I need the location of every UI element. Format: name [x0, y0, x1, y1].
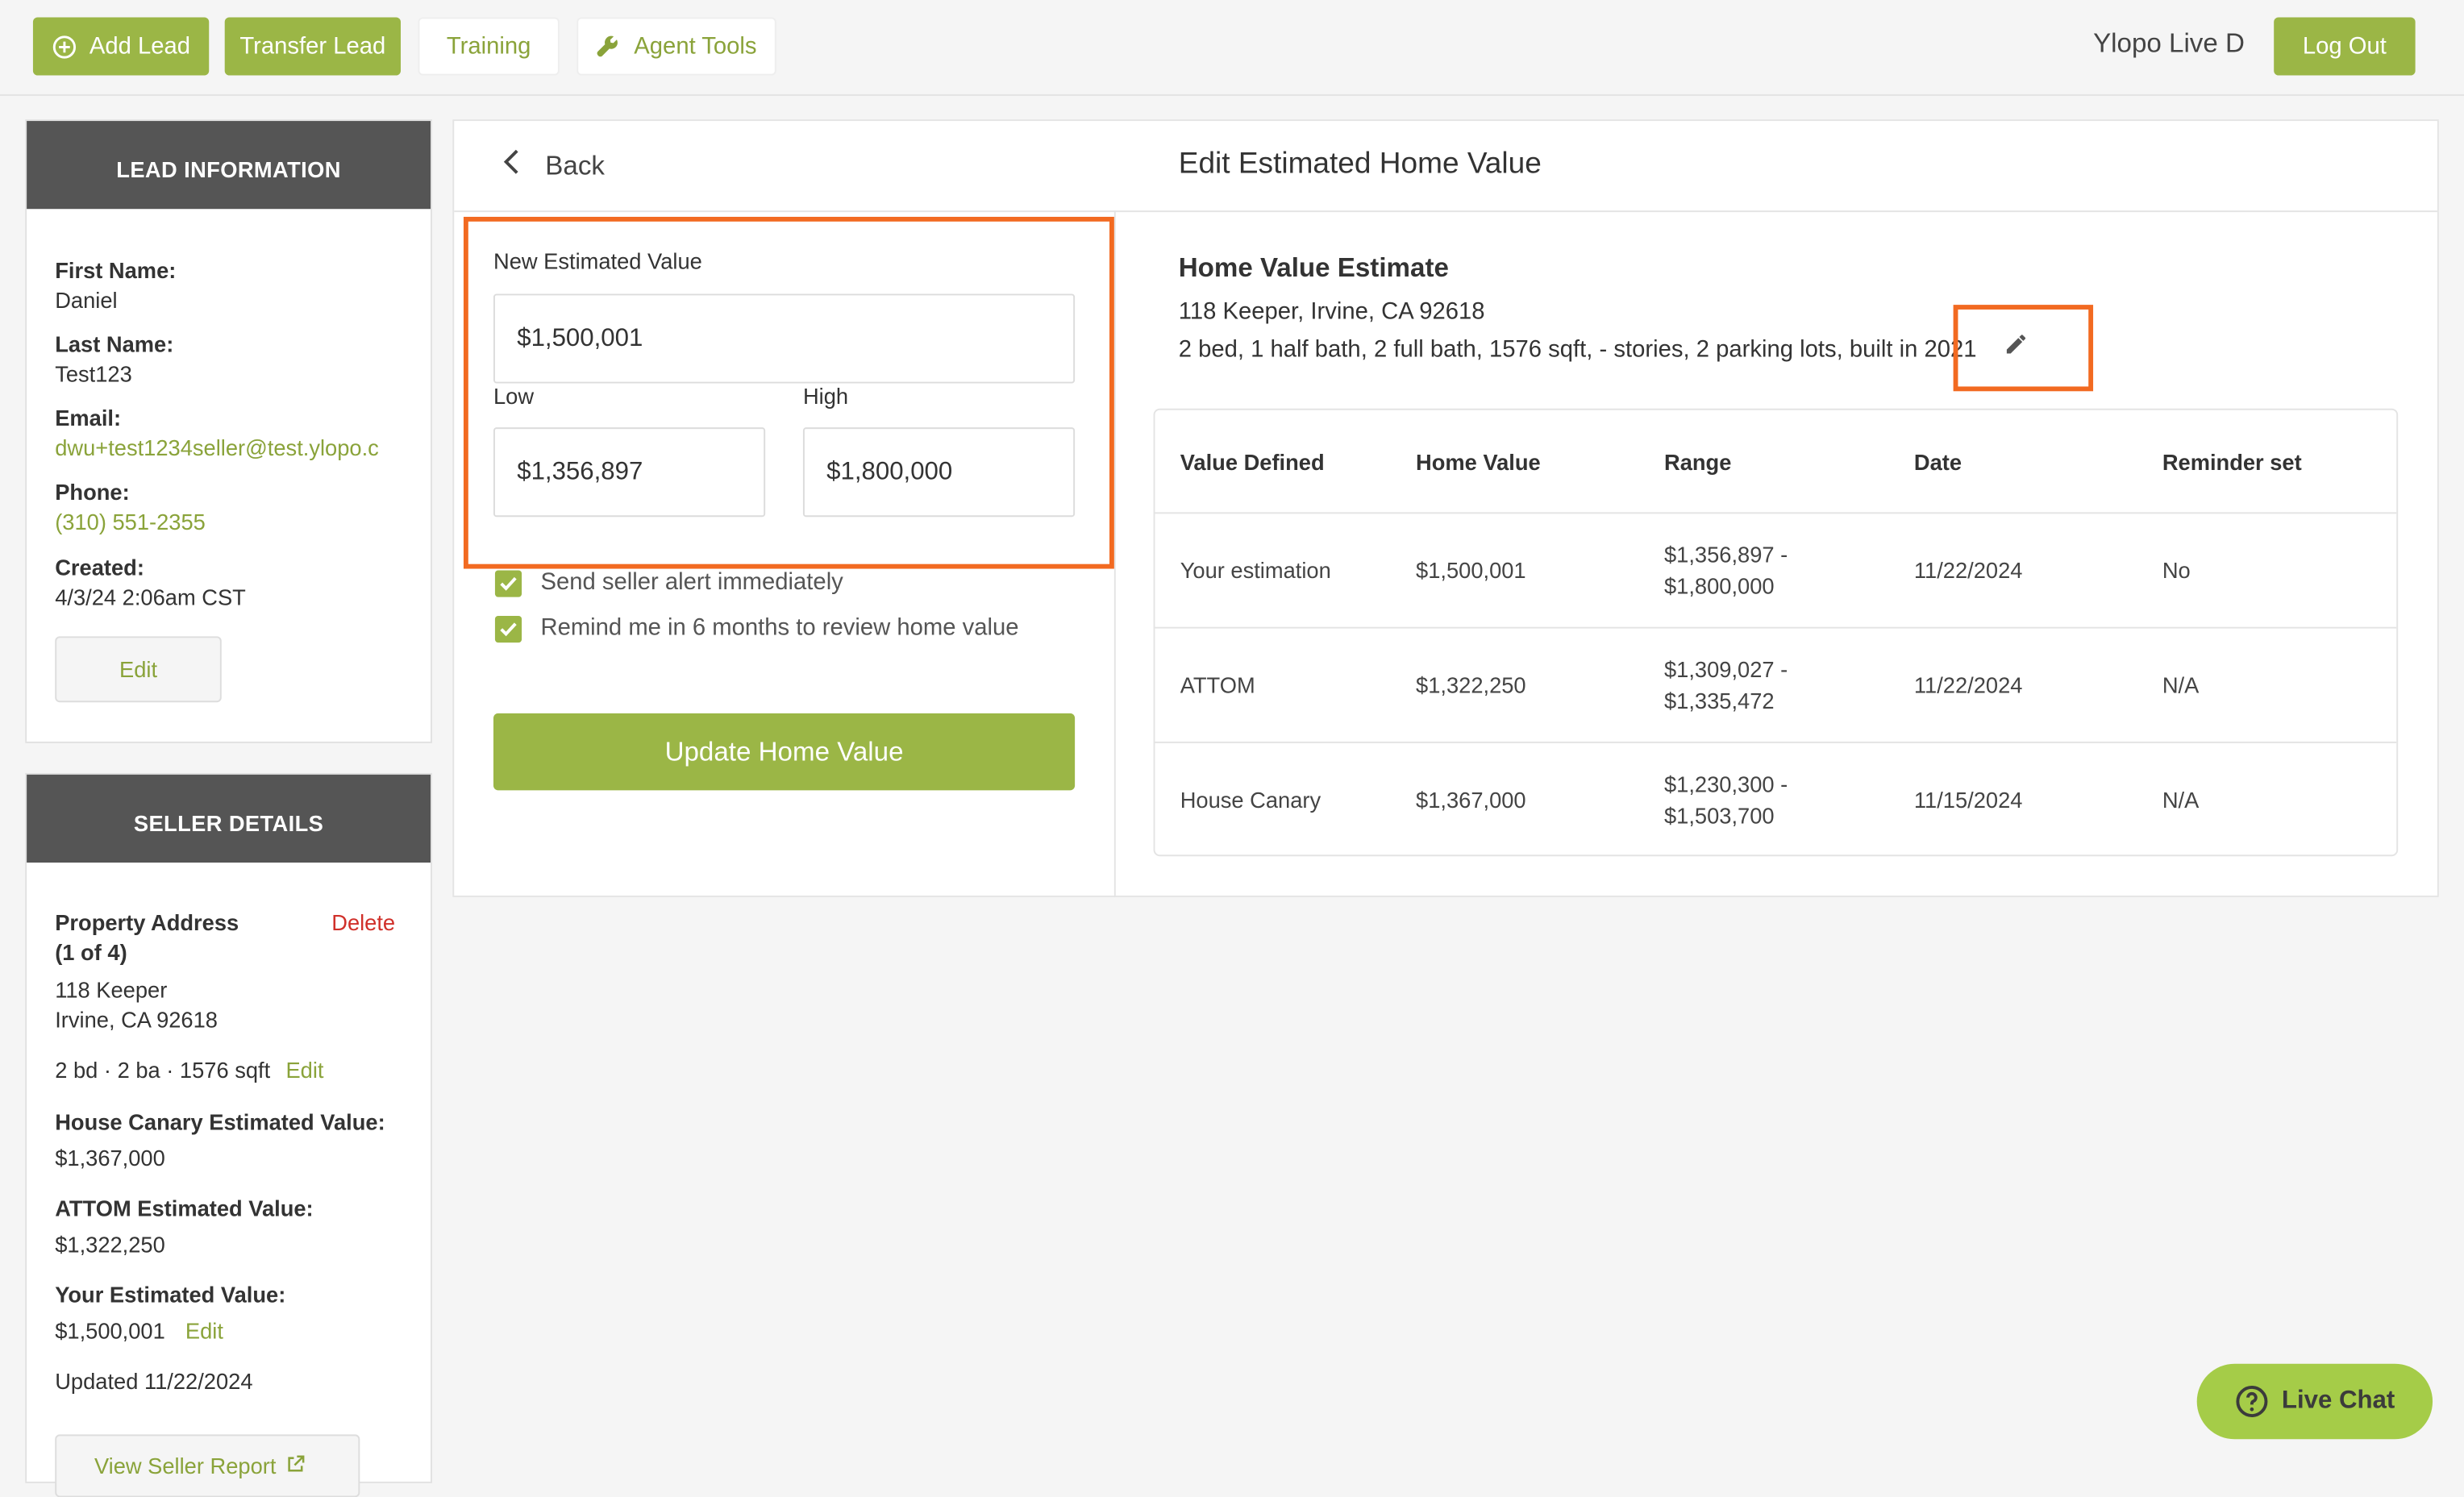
add-lead-label: Add Lead: [89, 32, 191, 60]
chevron-left-icon: [502, 148, 523, 184]
property-address-label: Property Address: [55, 909, 239, 935]
row-reminder: N/A: [2162, 787, 2200, 813]
page-title: Edit Estimated Home Value: [1178, 148, 1542, 181]
update-home-value-button[interactable]: Update Home Value: [493, 713, 1076, 791]
created-label: Created:: [55, 554, 144, 580]
property-count: (1 of 4): [55, 939, 127, 965]
external-link-icon: [285, 1453, 304, 1478]
row-reminder: No: [2162, 557, 2191, 584]
estimate-address: 118 Keeper, Irvine, CA 92618: [1178, 298, 1485, 326]
your-value-edit-link[interactable]: Edit: [185, 1318, 223, 1343]
lead-information-panel: LEAD INFORMATION First Name: Daniel Last…: [25, 119, 432, 743]
created-value: 4/3/24 2:06am CST: [55, 584, 246, 610]
address-line2: Irvine, CA 92618: [55, 1007, 218, 1033]
remind-checkbox[interactable]: [494, 616, 522, 643]
lead-edit-label: Edit: [119, 656, 158, 682]
row-range-low: $1,309,027 -: [1663, 656, 1788, 682]
highlight-box-form: [463, 216, 1114, 569]
row-reminder: N/A: [2162, 672, 2200, 698]
row-value: $1,367,000: [1416, 787, 1526, 813]
lead-information-header: LEAD INFORMATION: [27, 121, 431, 210]
help-circle-icon: [2234, 1384, 2269, 1419]
agent-tools-label: Agent Tools: [634, 32, 757, 60]
seller-alert-label: Send seller alert immediately: [540, 568, 843, 596]
row-value: $1,500,001: [1416, 557, 1526, 584]
col-header-home-value: Home Value: [1416, 449, 1541, 475]
first-name-value: Daniel: [55, 287, 118, 313]
house-canary-label: House Canary Estimated Value:: [55, 1108, 385, 1135]
phone-label: Phone:: [55, 479, 130, 505]
row-date: 11/22/2024: [1913, 557, 2023, 584]
specs-edit-link[interactable]: Edit: [285, 1058, 323, 1083]
row-range-high: $1,800,000: [1663, 573, 1775, 599]
user-name: Ylopo Live D: [2093, 28, 2245, 59]
email-label: Email:: [55, 405, 122, 431]
phone-link[interactable]: (310) 551-2355: [55, 509, 206, 534]
attom-value: $1,322,250: [55, 1232, 165, 1258]
view-seller-report-label: View Seller Report: [94, 1453, 277, 1479]
row-source: Your estimation: [1180, 557, 1331, 584]
estimate-title: Home Value Estimate: [1178, 252, 1449, 283]
view-seller-report-button[interactable]: View Seller Report: [55, 1434, 360, 1497]
add-lead-button[interactable]: Add Lead: [32, 17, 210, 76]
row-range-high: $1,335,472: [1663, 688, 1775, 713]
updated-date: Updated 11/22/2024: [55, 1368, 253, 1394]
your-value: $1,500,001: [55, 1318, 165, 1344]
log-out-button[interactable]: Log Out: [2274, 17, 2416, 76]
address-line1: 118 Keeper: [55, 977, 168, 1003]
back-button[interactable]: Back: [502, 148, 605, 184]
row-source: House Canary: [1180, 787, 1321, 813]
plus-circle-icon: [52, 34, 77, 59]
estimates-table: Value Defined Home Value Range Date Remi…: [1153, 408, 2399, 858]
col-header-reminder: Reminder set: [2162, 449, 2302, 475]
live-chat-label: Live Chat: [2281, 1387, 2395, 1415]
your-value-label: Your Estimated Value:: [55, 1282, 286, 1308]
delete-property-link[interactable]: Delete: [331, 909, 395, 934]
seller-details-panel: SELLER DETAILS Property Address (1 of 4)…: [25, 772, 432, 1497]
live-chat-button[interactable]: Live Chat: [2196, 1363, 2433, 1440]
update-home-value-label: Update Home Value: [664, 736, 904, 767]
estimate-details: 2 bed, 1 half bath, 2 full bath, 1576 sq…: [1178, 336, 1977, 364]
col-header-range: Range: [1663, 449, 1732, 475]
training-button[interactable]: Training: [418, 17, 560, 76]
table-row: ATTOM $1,322,250 $1,309,027 - $1,335,472…: [1155, 626, 2397, 743]
table-row: Your estimation $1,500,001 $1,356,897 - …: [1155, 512, 2397, 628]
seller-alert-checkbox[interactable]: [494, 570, 522, 597]
last-name-label: Last Name:: [55, 331, 174, 357]
transfer-lead-label: Transfer Lead: [239, 32, 386, 60]
seller-details-header: SELLER DETAILS: [27, 774, 431, 863]
log-out-label: Log Out: [2302, 32, 2387, 60]
lead-edit-button[interactable]: Edit: [55, 636, 222, 703]
row-range-high: $1,503,700: [1663, 802, 1775, 829]
col-header-value-defined: Value Defined: [1180, 449, 1325, 475]
table-row: House Canary $1,367,000 $1,230,300 - $1,…: [1155, 741, 2397, 858]
app-root: Add Lead Transfer Lead Training Agent To…: [0, 0, 2464, 1497]
highlight-box-pencil: [1953, 305, 2094, 392]
top-toolbar: Add Lead Transfer Lead Training Agent To…: [0, 0, 2464, 96]
row-date: 11/15/2024: [1913, 787, 2023, 813]
row-range-low: $1,230,300 -: [1663, 771, 1788, 797]
last-name-value: Test123: [55, 361, 132, 387]
wrench-icon: [597, 34, 622, 59]
back-label: Back: [545, 150, 605, 181]
transfer-lead-button[interactable]: Transfer Lead: [224, 17, 401, 76]
your-value-row: $1,500,001 Edit: [55, 1318, 223, 1343]
row-value: $1,322,250: [1416, 672, 1526, 698]
col-header-date: Date: [1913, 449, 1962, 475]
house-canary-value: $1,367,000: [55, 1145, 165, 1171]
card-header: Back Edit Estimated Home Value: [454, 121, 2437, 213]
agent-tools-button[interactable]: Agent Tools: [576, 17, 776, 76]
attom-label: ATTOM Estimated Value:: [55, 1196, 314, 1221]
property-specs-text: 2 bd · 2 ba · 1576 sqft: [55, 1057, 271, 1083]
remind-label: Remind me in 6 months to review home val…: [540, 614, 1019, 642]
first-name-label: First Name:: [55, 257, 177, 283]
row-source: ATTOM: [1180, 672, 1255, 698]
row-range-low: $1,356,897 -: [1663, 542, 1788, 568]
property-specs: 2 bd · 2 ba · 1576 sqft Edit: [55, 1058, 323, 1083]
training-label: Training: [446, 32, 531, 60]
email-link[interactable]: dwu+test1234seller@test.ylopo.c: [55, 435, 404, 460]
row-date: 11/22/2024: [1913, 672, 2023, 698]
